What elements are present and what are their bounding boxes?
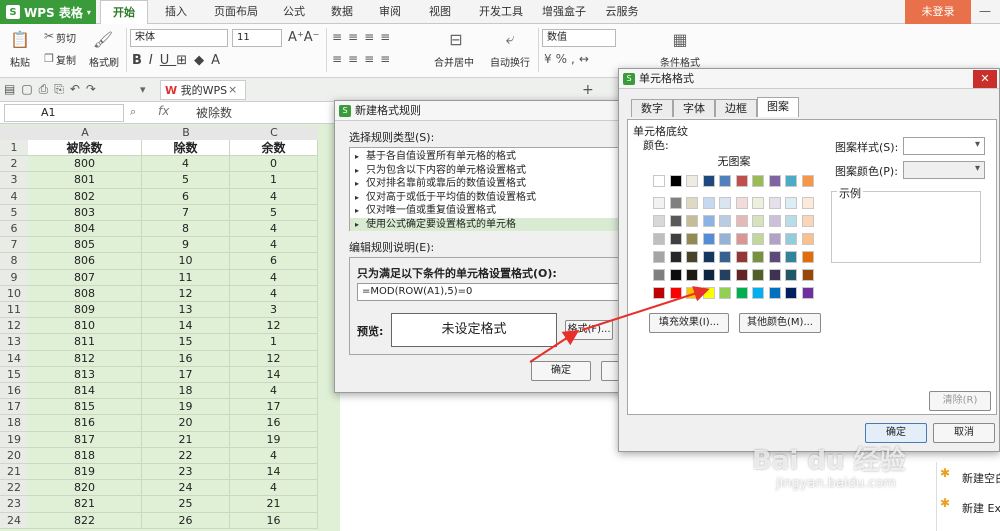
- arrow-to-format-button: [529, 329, 580, 363]
- annotation-arrows: [529, 286, 710, 363]
- arrow-to-yellow-swatch: [581, 286, 710, 331]
